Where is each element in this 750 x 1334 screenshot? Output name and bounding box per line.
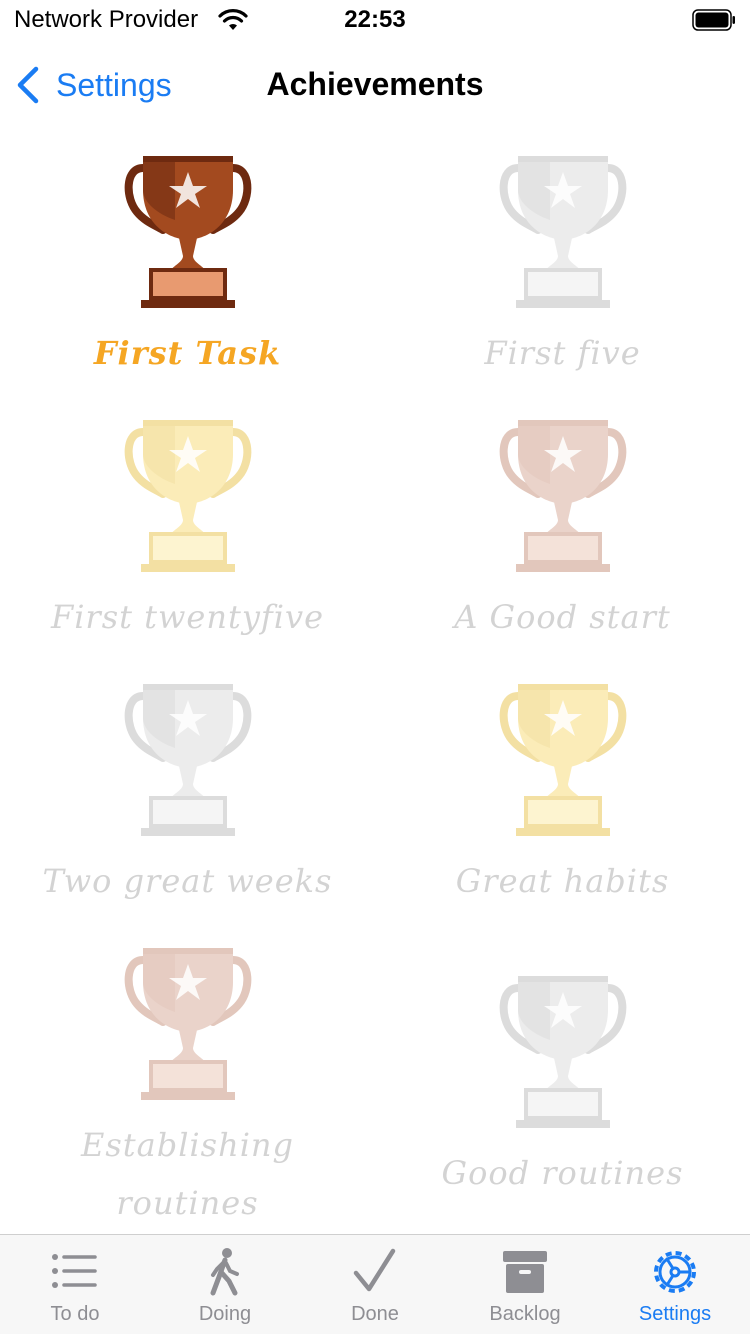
achievement-first-twentyfive[interactable]: First twentyfive xyxy=(0,414,375,646)
bronze-trophy-icon xyxy=(123,942,253,1102)
achievement-label: First five xyxy=(484,334,641,372)
achievement-good-routines[interactable]: Good routines xyxy=(375,970,750,1202)
achievement-label: Good routines xyxy=(441,1154,684,1192)
gear-icon xyxy=(654,1251,696,1293)
gold-trophy-icon xyxy=(498,678,628,838)
achievement-great-habits[interactable]: Great habits xyxy=(375,678,750,910)
list-icon xyxy=(52,1254,97,1288)
back-button[interactable]: Settings xyxy=(14,60,172,110)
achievement-two-great-weeks[interactable]: Two great weeks xyxy=(0,678,375,910)
back-button-label: Settings xyxy=(56,66,172,103)
battery-icon xyxy=(692,9,735,31)
checkmark-icon xyxy=(353,1248,396,1292)
tab-done[interactable]: Done xyxy=(300,1235,450,1334)
achievement-first-task[interactable]: First Task xyxy=(0,150,375,382)
achievement-label: First twentyfive xyxy=(50,598,324,636)
tab-settings[interactable]: Settings xyxy=(600,1235,750,1334)
tab-to-do[interactable]: To do xyxy=(0,1235,150,1334)
silver-trophy-icon xyxy=(498,150,628,310)
status-bar: Network Provider 22:53 xyxy=(0,0,750,40)
wifi-icon xyxy=(218,9,248,30)
silver-trophy-icon xyxy=(498,970,628,1130)
tab-label: Settings xyxy=(638,1303,712,1325)
silver-trophy-icon xyxy=(123,678,253,838)
chevron-left-icon xyxy=(17,66,39,104)
achievement-label: Establishing routines xyxy=(80,1126,295,1222)
navigation-bar: Settings Achievements xyxy=(0,50,750,120)
carrier-name: Network Provider xyxy=(14,6,199,33)
walking-person-icon xyxy=(210,1248,239,1296)
gold-trophy-icon xyxy=(123,414,253,574)
tab-label: To do xyxy=(50,1303,100,1325)
tab-doing[interactable]: Doing xyxy=(150,1235,300,1334)
tab-label: Doing xyxy=(198,1303,252,1325)
tab-label: Done xyxy=(351,1303,399,1325)
achievement-establishing-routines[interactable]: Establishing routines xyxy=(0,942,375,1232)
tab-backlog[interactable]: Backlog xyxy=(450,1235,600,1334)
archive-box-icon xyxy=(503,1251,547,1293)
tab-label: Backlog xyxy=(489,1303,561,1325)
achievement-a-good-start[interactable]: A Good start xyxy=(375,414,750,646)
bronze-trophy-icon xyxy=(123,150,253,310)
achievement-label: First Task xyxy=(93,334,282,372)
achievement-label: A Good start xyxy=(454,598,671,636)
achievement-first-five[interactable]: First five xyxy=(375,150,750,382)
tab-bar: To do Doing Done Backlog Settings xyxy=(0,1234,750,1334)
bronze-trophy-icon xyxy=(498,414,628,574)
achievement-label: Two great weeks xyxy=(42,862,333,900)
achievement-label: Great habits xyxy=(455,862,670,900)
